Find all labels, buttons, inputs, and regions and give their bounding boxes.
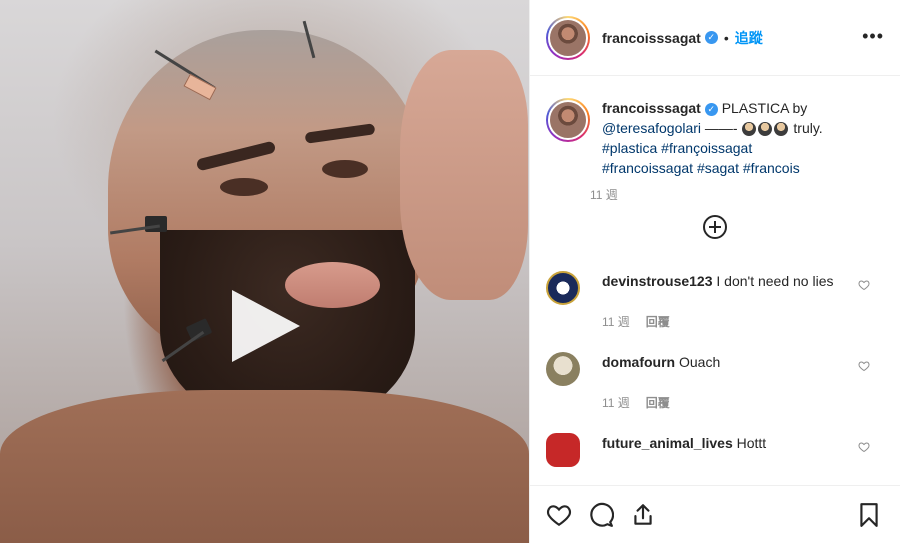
share-icon[interactable] — [630, 502, 656, 528]
post-header: francoisssagat ✓ • 追蹤 ••• — [530, 0, 900, 76]
author-username[interactable]: francoisssagat — [602, 30, 701, 46]
caption-text: francoisssagat ✓ PLASTICA by @teresafogol… — [602, 98, 872, 178]
comment-text: devinstrouse123 I don't need no lies — [602, 271, 842, 305]
avatar-image — [548, 17, 588, 58]
comment-username[interactable]: domafourn — [602, 354, 675, 370]
caption-username[interactable]: francoisssagat — [602, 100, 701, 116]
caption-avatar[interactable] — [546, 98, 590, 142]
heart-icon[interactable] — [546, 502, 572, 528]
comment-bubble-icon[interactable] — [588, 502, 614, 528]
hashtag-link[interactable]: #francois — [743, 160, 800, 176]
video-body — [0, 390, 529, 543]
commenter-avatar[interactable] — [546, 352, 580, 386]
video-eye-right — [322, 160, 368, 178]
hashtag-link[interactable]: #sagat — [697, 160, 739, 176]
avatar-image — [548, 100, 588, 140]
comment-username[interactable]: devinstrouse123 — [602, 273, 713, 289]
caption-body-1: PLASTICA by — [717, 100, 808, 116]
post-sidebar: francoisssagat ✓ • 追蹤 ••• francoisssagat… — [529, 0, 900, 543]
follow-button[interactable]: 追蹤 — [735, 28, 763, 48]
hashtag-link[interactable]: #plastica — [602, 140, 657, 156]
emoji-icon — [741, 122, 756, 137]
caption-body-3: truly. — [789, 120, 823, 136]
post-video[interactable] — [0, 0, 529, 543]
verified-badge-icon: ✓ — [704, 102, 718, 116]
caption-body-2: ——- — [701, 120, 742, 136]
heart-icon[interactable] — [858, 441, 870, 453]
hashtag-link[interactable]: #françoissagat — [661, 140, 752, 156]
post-caption: francoisssagat ✓ PLASTICA by @teresafogol… — [530, 76, 900, 178]
comment-body: Ouach — [675, 354, 721, 370]
author-avatar[interactable] — [546, 15, 590, 60]
reply-button[interactable]: 回覆 — [646, 394, 670, 411]
comment-timestamp: 11 週 — [602, 315, 630, 329]
emoji-icon — [757, 122, 772, 137]
reply-button[interactable]: 回覆 — [646, 313, 670, 330]
separator-dot: • — [723, 29, 729, 46]
comment-meta: 11 週 回覆 — [602, 313, 900, 330]
comment-meta: 11 週 回覆 — [602, 394, 900, 411]
comment-username[interactable]: future_animal_lives — [602, 435, 733, 451]
play-icon[interactable] — [232, 290, 300, 362]
comments-section[interactable]: francoisssagat ✓ PLASTICA by @teresafogol… — [530, 76, 900, 485]
caption-timestamp: 11 週 — [590, 188, 618, 202]
hashtag-link[interactable]: #francoissagat — [602, 160, 693, 176]
bookmark-icon[interactable] — [856, 502, 882, 528]
more-options-icon[interactable]: ••• — [862, 26, 884, 47]
video-hand — [400, 50, 528, 300]
comment-body: Hottt — [732, 435, 767, 451]
comment-text: future_animal_lives Hottt — [602, 433, 842, 467]
comment-item: future_animal_lives Hottt — [530, 433, 900, 467]
plus-circle-icon[interactable] — [703, 215, 727, 239]
heart-icon[interactable] — [858, 360, 870, 372]
heart-icon[interactable] — [858, 279, 870, 291]
emoji-icon — [773, 122, 788, 137]
verified-badge-icon: ✓ — [704, 31, 718, 44]
comment-timestamp: 11 週 — [602, 396, 630, 410]
video-eye-left — [220, 178, 268, 196]
commenter-avatar[interactable] — [546, 433, 580, 467]
comment-text: domafourn Ouach — [602, 352, 842, 386]
comment-item: domafourn Ouach — [530, 352, 900, 386]
action-bar — [530, 485, 900, 543]
commenter-avatar[interactable] — [546, 271, 580, 305]
comment-item: devinstrouse123 I don't need no lies — [530, 271, 900, 305]
comment-body: I don't need no lies — [712, 273, 834, 289]
mention-link[interactable]: @teresafogolari — [602, 120, 701, 136]
instagram-post: francoisssagat ✓ • 追蹤 ••• francoisssagat… — [0, 0, 900, 543]
